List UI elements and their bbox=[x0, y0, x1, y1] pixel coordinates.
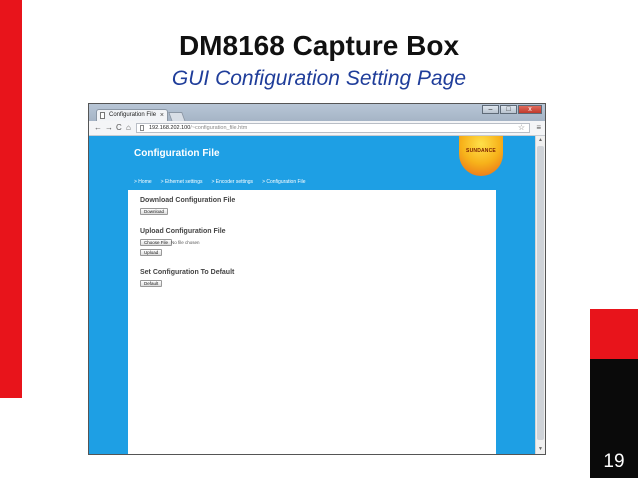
tab-close-icon[interactable]: × bbox=[160, 110, 164, 121]
page-header-title: Configuration File bbox=[134, 148, 220, 159]
download-section-title: Download Configuration File bbox=[140, 197, 236, 204]
menu-icon[interactable]: ≡ bbox=[536, 122, 541, 134]
reload-icon[interactable]: C bbox=[116, 122, 122, 134]
scroll-down-icon[interactable]: ▼ bbox=[537, 446, 544, 453]
vertical-scrollbar[interactable]: ▲ ▼ bbox=[535, 136, 545, 454]
default-section-title: Set Configuration To Default bbox=[140, 269, 235, 276]
tab-title: Configuration File bbox=[109, 112, 157, 118]
page-nav: > Home > Ethernet settings > Encoder set… bbox=[134, 179, 306, 185]
address-page-icon bbox=[140, 125, 144, 131]
url-host: 192.168.202.100 bbox=[149, 125, 191, 131]
upload-section-title: Upload Configuration File bbox=[140, 228, 226, 235]
nav-link-encoder-settings[interactable]: > Encoder settings bbox=[212, 179, 254, 185]
forward-icon[interactable]: → bbox=[105, 122, 113, 134]
nav-link-ethernet-settings[interactable]: > Ethernet settings bbox=[161, 179, 203, 185]
upload-button[interactable]: Upload bbox=[140, 249, 163, 256]
scroll-up-icon[interactable]: ▲ bbox=[537, 137, 544, 144]
slide-title: DM8168 Capture Box bbox=[178, 30, 460, 61]
slide-page-number: 19 bbox=[603, 451, 625, 472]
slide-subtitle: GUI Configuration Setting Page bbox=[171, 67, 467, 90]
nav-link-configuration-file[interactable]: > Configuration File bbox=[262, 179, 306, 185]
logo-text: SUNDANCE bbox=[466, 148, 496, 154]
page-icon bbox=[100, 112, 105, 119]
tab-strip: Configuration File × – □ x bbox=[89, 104, 545, 122]
content-panel: Download Configuration File Download Upl… bbox=[128, 190, 496, 454]
download-button[interactable]: Download bbox=[140, 208, 169, 215]
tab-configuration-file[interactable]: Configuration File × bbox=[96, 109, 168, 121]
home-icon[interactable]: ⌂ bbox=[126, 122, 131, 134]
url-path: /~configuration_file.htm bbox=[190, 125, 248, 131]
right-accent-red bbox=[590, 309, 638, 359]
window-controls: – □ x bbox=[482, 105, 542, 114]
maximize-button[interactable]: □ bbox=[500, 105, 517, 114]
scroll-thumb[interactable] bbox=[537, 146, 544, 440]
page-viewport: Configuration File SUNDANCE > Home > Eth… bbox=[89, 136, 535, 454]
minimize-button[interactable]: – bbox=[482, 105, 499, 114]
browser-toolbar: ← → C ⌂ 192.168.202.100/~configuration_f… bbox=[89, 121, 545, 136]
close-window-button[interactable]: x bbox=[518, 105, 542, 114]
file-status-text: No file chosen bbox=[171, 240, 200, 245]
star-icon[interactable]: ☆ bbox=[518, 123, 525, 132]
default-button[interactable]: Default bbox=[140, 280, 163, 287]
address-bar[interactable]: 192.168.202.100/~configuration_file.htm … bbox=[136, 123, 530, 133]
browser-window: Configuration File × – □ x ← → C ⌂ 192.1… bbox=[88, 103, 546, 455]
choose-file-button[interactable]: Choose File bbox=[140, 239, 173, 246]
back-icon[interactable]: ← bbox=[94, 122, 102, 134]
nav-link-home[interactable]: > Home bbox=[134, 179, 152, 185]
sundance-logo: SUNDANCE bbox=[459, 136, 503, 176]
